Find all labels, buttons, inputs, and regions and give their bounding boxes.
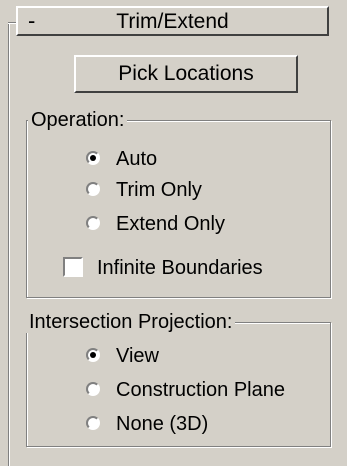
infinite-boundaries-label: Infinite Boundaries — [97, 257, 263, 279]
radio-auto-label: Auto — [116, 148, 158, 170]
radio-button-icon — [86, 348, 100, 362]
radio-button-icon — [86, 416, 100, 430]
radio-button-icon — [86, 382, 100, 396]
radio-none-3d-label: None (3D) — [116, 413, 209, 435]
checkbox-icon — [63, 257, 83, 277]
radio-button-icon — [86, 182, 100, 196]
radio-trim-only-label: Trim Only — [116, 179, 202, 201]
radio-selected-dot — [90, 352, 96, 358]
radio-button-icon — [86, 216, 100, 230]
rollout-title-bar[interactable]: - Trim/Extend — [16, 6, 329, 36]
radio-construction-plane-label: Construction Plane — [116, 379, 285, 401]
rollout-title: Trim/Extend — [116, 10, 229, 33]
rollout-border — [8, 22, 9, 466]
radio-view-label: View — [116, 345, 159, 367]
operation-group-label: Operation: — [28, 109, 128, 131]
trim-extend-rollout: - Trim/Extend Pick Locations Operation: … — [0, 0, 347, 466]
radio-extend-only-label: Extend Only — [116, 213, 225, 235]
intersection-projection-group-label: Intersection Projection: — [26, 311, 236, 333]
radio-selected-dot — [90, 155, 96, 161]
pick-locations-button[interactable]: Pick Locations — [74, 55, 298, 93]
radio-button-icon — [86, 151, 100, 165]
